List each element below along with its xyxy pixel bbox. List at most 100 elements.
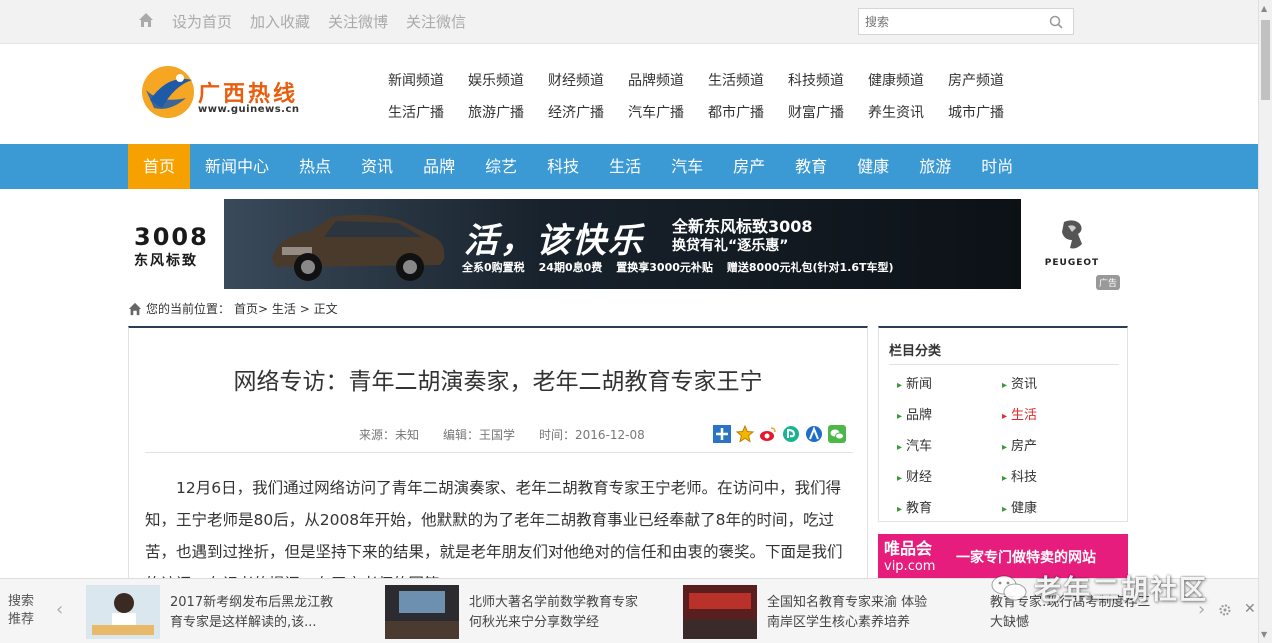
nav-item[interactable]: 汽车 (656, 144, 718, 189)
sidebar-item[interactable]: 房产 (1002, 438, 1107, 457)
article-source: 来源：未知 (359, 428, 420, 442)
channel-links: 新闻频道 娱乐频道 财经频道 品牌频道 生活频道 科技频道 健康频道 房产频道 … (388, 70, 1028, 122)
category-list: 新闻 资讯 品牌 生活 汽车 房产 财经 科技 教育 健康 (897, 376, 1107, 519)
peugeot-logo[interactable]: PEUGEOT (1040, 218, 1104, 268)
ad-model: 3008 (134, 223, 209, 251)
nav-item[interactable]: 健康 (842, 144, 904, 189)
main-nav: 首页 新闻中心 热点 资讯 品牌 综艺 科技 生活 汽车 房产 教育 健康 旅游… (0, 144, 1258, 189)
nav-item[interactable]: 科技 (532, 144, 594, 189)
category-sidebar: 栏目分类 新闻 资讯 品牌 生活 汽车 房产 财经 科技 教育 健康 (878, 326, 1128, 522)
qzone-icon[interactable] (782, 425, 800, 443)
add-favorite-link[interactable]: 加入收藏 (250, 11, 310, 32)
channel-link[interactable]: 养生资讯 (868, 102, 948, 122)
vip-domain: vip.com (884, 559, 936, 574)
scrollbar[interactable]: ▲ ▼ (1258, 0, 1272, 643)
nav-item-home[interactable]: 首页 (128, 144, 191, 189)
recommend-label-line: 推荐 (8, 612, 35, 627)
wechat-icon[interactable] (828, 425, 846, 443)
sidebar-item[interactable]: 资讯 (1002, 376, 1107, 395)
ad-offer: 24期0息0费 (538, 261, 603, 274)
recommend-title: 2017新考纲发布后黑龙江教育专家是这样解读的,该... (170, 595, 334, 630)
channel-link[interactable]: 科技频道 (788, 70, 868, 90)
recommend-title: 全国知名教育专家来渝 体验南岸区学生核心素养培养 (767, 595, 928, 630)
channel-link[interactable]: 财经频道 (548, 70, 628, 90)
sidebar-item[interactable]: 健康 (1002, 500, 1107, 519)
vip-brand-name: 唯品会 (884, 539, 933, 558)
ad-model-label[interactable]: 3008 东风标致 (134, 224, 214, 270)
ad-subtitle: 全新东风标致3008 (672, 217, 813, 236)
ad-offer: 赠送8000元礼包(针对1.6T车型) (726, 261, 894, 274)
nav-item[interactable]: 品牌 (408, 144, 470, 189)
close-icon[interactable]: ✕ (1244, 601, 1256, 617)
wechat-watermark-icon (991, 575, 1027, 600)
recommend-title: 北师大著名学前数学教育专家何秋光来宁分享数学经 (469, 595, 639, 630)
nav-item[interactable]: 新闻中心 (190, 144, 284, 189)
sidebar-item[interactable]: 教育 (897, 500, 1002, 519)
sidebar-item[interactable]: 科技 (1002, 469, 1107, 488)
search-input[interactable] (859, 9, 1039, 34)
nav-item[interactable]: 教育 (780, 144, 842, 189)
nav-item[interactable]: 房产 (718, 144, 780, 189)
channel-link[interactable]: 城市广播 (948, 102, 1028, 122)
favorite-star-icon[interactable] (736, 425, 754, 443)
nav-item[interactable]: 旅游 (904, 144, 966, 189)
site-logo[interactable]: 广西热线 www.guinews.cn (140, 64, 312, 124)
watermark-text: 老年二胡社区 (1034, 575, 1208, 606)
ad-offer: 置换享3000元补贴 (616, 261, 713, 274)
follow-weibo-link[interactable]: 关注微博 (328, 11, 388, 32)
vip-slogan: 一家专门做特卖的网站 (956, 550, 1096, 566)
watermark: 老年二胡社区 (990, 568, 1208, 607)
channel-link[interactable]: 都市广播 (708, 102, 788, 122)
channel-link[interactable]: 财富广播 (788, 102, 868, 122)
sidebar-item[interactable]: 新闻 (897, 376, 1002, 395)
ad-brand: 东风标致 (134, 253, 198, 269)
sidebar-item-active[interactable]: 生活 (1002, 407, 1107, 426)
gear-icon[interactable] (1218, 603, 1232, 617)
nav-item[interactable]: 生活 (594, 144, 656, 189)
recommend-label: 搜索 推荐 (8, 593, 34, 629)
article-meta: 来源：未知 编辑：王国学 时间：2016-12-08 (359, 426, 645, 443)
share-bar (713, 425, 846, 443)
breadcrumb-path[interactable]: 首页> 生活 > 正文 (234, 300, 338, 317)
car-image (272, 214, 445, 281)
renren-icon[interactable] (805, 425, 823, 443)
sidebar-item[interactable]: 品牌 (897, 407, 1002, 426)
search-icon[interactable] (1049, 15, 1063, 29)
set-homepage-link[interactable]: 设为首页 (172, 11, 232, 32)
ad-tag: 广告 (1096, 275, 1121, 290)
channel-link[interactable]: 房产频道 (948, 70, 1028, 90)
share-more-icon[interactable] (713, 425, 731, 443)
channel-link[interactable]: 娱乐频道 (468, 70, 548, 90)
channel-link[interactable]: 经济广播 (548, 102, 628, 122)
scrollbar-thumb[interactable] (1261, 20, 1270, 100)
sidebar-title: 栏目分类 (889, 344, 942, 359)
thumbnail-image (683, 585, 757, 639)
nav-item[interactable]: 综艺 (470, 144, 532, 189)
channel-link[interactable]: 生活广播 (388, 102, 468, 122)
scroll-up-icon[interactable]: ▲ (1261, 4, 1267, 13)
weibo-icon[interactable] (759, 425, 777, 443)
scroll-down-icon[interactable]: ▼ (1261, 630, 1267, 639)
banner-ad[interactable]: 活，该快乐 全新东风标致3008 换贷有礼“逐乐惠” 全系0购置税 24期0息0… (224, 199, 1021, 289)
sidebar-item[interactable]: 财经 (897, 469, 1002, 488)
sidebar-item[interactable]: 汽车 (897, 438, 1002, 457)
channel-link[interactable]: 品牌频道 (628, 70, 708, 90)
prev-arrow-icon[interactable]: ‹ (56, 599, 63, 620)
home-icon[interactable] (138, 12, 154, 28)
logo-globe-icon (142, 66, 194, 118)
nav-item[interactable]: 资讯 (346, 144, 408, 189)
recommend-label-line: 搜索 (8, 594, 35, 609)
follow-wechat-link[interactable]: 关注微信 (406, 11, 466, 32)
nav-item[interactable]: 时尚 (966, 144, 1028, 189)
channel-link[interactable]: 汽车广播 (628, 102, 708, 122)
channel-link[interactable]: 健康频道 (868, 70, 948, 90)
ad-slogan: 活，该快乐 (464, 221, 644, 261)
channel-link[interactable]: 新闻频道 (388, 70, 468, 90)
article-time: 时间：2016-12-08 (539, 428, 645, 442)
ad-offer: 全系0购置税 (462, 261, 525, 274)
nav-item[interactable]: 热点 (284, 144, 346, 189)
channel-link[interactable]: 生活频道 (708, 70, 788, 90)
ad-offers: 全系0购置税 24期0息0费 置换享3000元补贴 赠送8000元礼包(针对1.… (462, 259, 894, 275)
breadcrumb: 您的当前位置： 首页> 生活 > 正文 (128, 300, 338, 317)
channel-link[interactable]: 旅游广播 (468, 102, 548, 122)
